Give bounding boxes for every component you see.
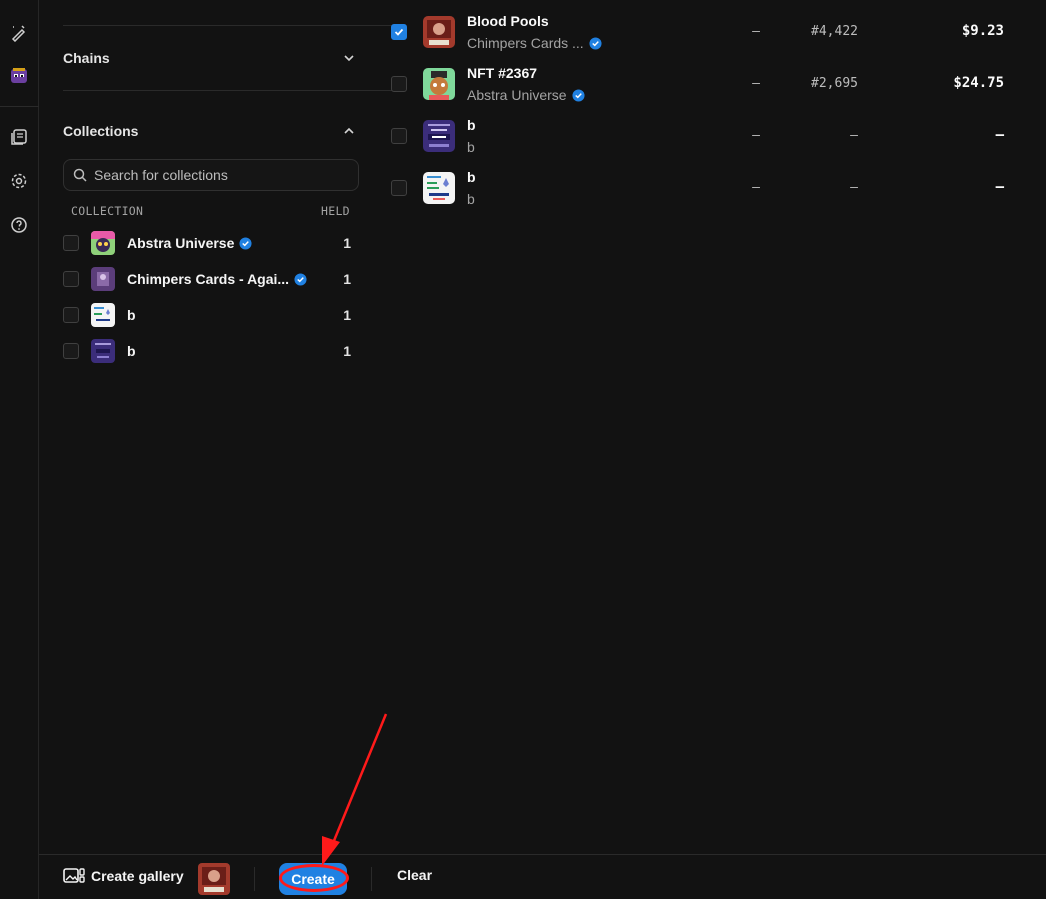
collection-checkbox[interactable] bbox=[63, 343, 79, 359]
collection-row[interactable]: b 1 bbox=[63, 301, 359, 329]
collection-checkbox[interactable] bbox=[63, 235, 79, 251]
nft-collection-name: Chimpers Cards ... bbox=[467, 35, 584, 51]
collection-name: b bbox=[127, 307, 136, 323]
create-gallery-label: Create gallery bbox=[63, 867, 184, 885]
item-checkbox[interactable] bbox=[391, 24, 407, 40]
nft-collection-name: b bbox=[467, 191, 475, 207]
divider bbox=[63, 25, 398, 26]
icon-rail bbox=[0, 0, 39, 899]
nft-title: b bbox=[467, 117, 476, 133]
item-checkbox[interactable] bbox=[391, 76, 407, 92]
verified-icon bbox=[239, 236, 252, 250]
verified-icon bbox=[294, 272, 307, 286]
collections-section-title[interactable]: Collections bbox=[63, 123, 138, 139]
nft-rank: #4,422 bbox=[811, 24, 858, 39]
bottom-action-bar: Create gallery Create Clear bbox=[39, 854, 1046, 899]
chevron-down-icon[interactable] bbox=[341, 50, 357, 66]
collection-column-header: COLLECTION bbox=[71, 204, 144, 218]
nft-title: b bbox=[467, 169, 476, 185]
nft-rank: – bbox=[850, 180, 858, 195]
search-icon bbox=[73, 168, 87, 182]
nft-price: $24.75 bbox=[953, 75, 1004, 91]
nft-title: NFT #2367 bbox=[467, 65, 538, 81]
filter-sidebar: Chains Collections COLLECTION HELD Abstr… bbox=[39, 0, 398, 854]
settings-icon[interactable] bbox=[5, 167, 33, 195]
collection-thumbnail bbox=[91, 303, 115, 327]
table-row[interactable]: b b – – – bbox=[384, 159, 1046, 211]
chevron-up-icon[interactable] bbox=[341, 123, 357, 139]
chains-section-title[interactable]: Chains bbox=[63, 50, 110, 66]
nft-thumbnail bbox=[423, 68, 455, 100]
collection-search[interactable] bbox=[63, 159, 359, 191]
held-count: 1 bbox=[343, 307, 351, 323]
nft-table: Blood Pools Chimpers Cards ... – #4,422 … bbox=[384, 0, 1046, 854]
collection-row[interactable]: b 1 bbox=[63, 337, 359, 365]
search-input[interactable] bbox=[94, 167, 334, 183]
item-checkbox[interactable] bbox=[391, 128, 407, 144]
nft-col-value: – bbox=[752, 180, 760, 195]
nft-collection: b bbox=[467, 139, 475, 155]
item-checkbox[interactable] bbox=[391, 180, 407, 196]
held-count: 1 bbox=[343, 343, 351, 359]
collection-row[interactable]: Chimpers Cards - Agai... 1 bbox=[63, 265, 359, 293]
nft-price: $9.23 bbox=[961, 23, 1004, 39]
collection-name: Abstra Universe bbox=[127, 235, 235, 251]
table-row[interactable]: NFT #2367 Abstra Universe – #2,695 $24.7… bbox=[384, 55, 1046, 107]
divider bbox=[63, 90, 398, 91]
checkmark-icon bbox=[394, 28, 404, 36]
nft-thumbnail bbox=[423, 172, 455, 204]
selected-item-thumbnail bbox=[198, 863, 230, 895]
clear-button[interactable]: Clear bbox=[397, 867, 432, 883]
rail-divider bbox=[0, 106, 39, 107]
help-icon[interactable] bbox=[5, 211, 33, 239]
collection-checkbox[interactable] bbox=[63, 307, 79, 323]
nft-collection-name: Abstra Universe bbox=[467, 87, 567, 103]
pen-sparkle-icon[interactable] bbox=[5, 19, 33, 47]
library-icon[interactable] bbox=[5, 123, 33, 151]
collection-name: b bbox=[127, 343, 136, 359]
collection-thumbnail bbox=[91, 267, 115, 291]
collection-row[interactable]: Abstra Universe 1 bbox=[63, 229, 359, 257]
held-count: 1 bbox=[343, 235, 351, 251]
nft-collection: b bbox=[467, 191, 475, 207]
gallery-icon bbox=[63, 868, 85, 883]
nft-collection-name: b bbox=[467, 139, 475, 155]
nft-thumbnail bbox=[423, 16, 455, 48]
divider bbox=[371, 867, 372, 891]
avatar-icon[interactable] bbox=[5, 62, 33, 90]
nft-price: – bbox=[995, 127, 1004, 143]
held-column-header: HELD bbox=[321, 204, 350, 218]
nft-col-value: – bbox=[752, 128, 760, 143]
nft-collection: Chimpers Cards ... bbox=[467, 35, 602, 51]
nft-title: Blood Pools bbox=[467, 13, 549, 29]
collection-thumbnail bbox=[91, 339, 115, 363]
collection-name: Chimpers Cards - Agai... bbox=[127, 271, 290, 287]
nft-col-value: – bbox=[752, 24, 760, 39]
held-count: 1 bbox=[343, 271, 351, 287]
nft-rank: #2,695 bbox=[811, 76, 858, 91]
collection-checkbox[interactable] bbox=[63, 271, 79, 287]
nft-collection: Abstra Universe bbox=[467, 87, 585, 103]
nft-price: – bbox=[995, 179, 1004, 195]
verified-icon bbox=[589, 36, 602, 50]
nft-col-value: – bbox=[752, 76, 760, 91]
nft-thumbnail bbox=[423, 120, 455, 152]
divider bbox=[254, 867, 255, 891]
verified-icon bbox=[572, 88, 585, 102]
create-gallery-text: Create gallery bbox=[91, 868, 184, 884]
table-row[interactable]: b b – – – bbox=[384, 107, 1046, 159]
table-row[interactable]: Blood Pools Chimpers Cards ... – #4,422 … bbox=[384, 3, 1046, 55]
collection-thumbnail bbox=[91, 231, 115, 255]
create-button[interactable]: Create bbox=[279, 863, 347, 895]
nft-rank: – bbox=[850, 128, 858, 143]
